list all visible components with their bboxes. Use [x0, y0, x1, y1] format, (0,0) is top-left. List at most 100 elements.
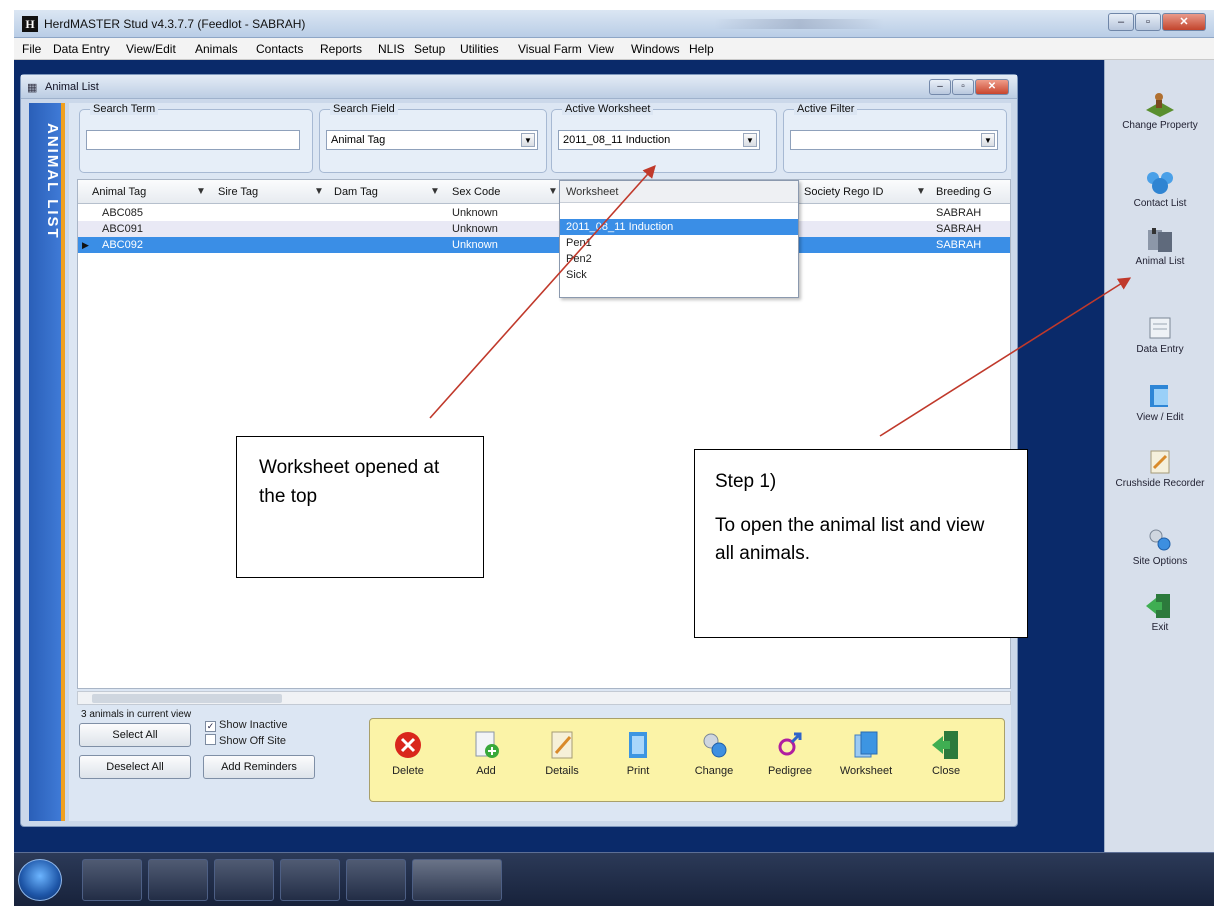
- app-title-bar: H HerdMASTER Stud v4.3.7.7 (Feedlot - SA…: [14, 10, 1214, 38]
- close-list-button[interactable]: Close: [914, 729, 978, 777]
- minimize-button[interactable]: –: [1108, 13, 1134, 31]
- dropdown-option[interactable]: Sick: [560, 267, 798, 283]
- details-button[interactable]: Details: [530, 729, 594, 777]
- show-off-site-checkbox[interactable]: Show Off Site: [205, 734, 286, 747]
- data-entry-button[interactable]: Data Entry: [1105, 314, 1214, 355]
- add-label: Add: [476, 765, 496, 777]
- scrollbar-thumb[interactable]: [92, 694, 282, 703]
- exit-icon: [1146, 594, 1170, 618]
- print-icon: [629, 732, 647, 758]
- column-sex-code[interactable]: Sex Code: [452, 186, 500, 198]
- change-icon: [703, 733, 727, 758]
- taskbar-skype[interactable]: [280, 859, 340, 901]
- menu-help[interactable]: Help: [689, 42, 714, 56]
- filter-icon[interactable]: ▼: [314, 186, 324, 197]
- menu-view[interactable]: View: [588, 42, 614, 56]
- dropdown-option[interactable]: Pen1: [560, 235, 798, 251]
- dropdown-option[interactable]: [560, 203, 798, 219]
- table-row-selected[interactable]: ABC092 Unknown SABRAH: [78, 237, 1010, 253]
- start-button[interactable]: [18, 859, 62, 901]
- table-row[interactable]: ABC085 Unknown SABRAH: [78, 205, 1010, 221]
- menu-visual-farm[interactable]: Visual Farm: [518, 42, 582, 56]
- horizontal-scrollbar[interactable]: [77, 691, 1011, 705]
- menu-utilities[interactable]: Utilities: [460, 42, 499, 56]
- animal-list-button[interactable]: Animal List: [1105, 226, 1214, 267]
- checkbox-box[interactable]: [205, 734, 216, 745]
- chevron-down-icon[interactable]: ▼: [743, 133, 757, 147]
- change-property-button[interactable]: Change Property: [1105, 90, 1214, 131]
- delete-label: Delete: [392, 765, 424, 777]
- filter-icon[interactable]: ▼: [430, 186, 440, 197]
- menu-nlis[interactable]: NLIS: [378, 42, 405, 56]
- chevron-down-icon[interactable]: ▼: [981, 133, 995, 147]
- pedigree-label: Pedigree: [767, 765, 813, 777]
- app-logo: H: [22, 16, 38, 32]
- menu-animals[interactable]: Animals: [195, 42, 238, 56]
- print-button[interactable]: Print: [606, 729, 670, 777]
- table-row[interactable]: ABC091 Unknown SABRAH: [78, 221, 1010, 237]
- column-sire-tag[interactable]: Sire Tag: [218, 186, 258, 198]
- select-all-button[interactable]: Select All: [79, 723, 191, 747]
- search-term-input[interactable]: [86, 130, 300, 150]
- change-button[interactable]: Change: [682, 729, 746, 777]
- taskbar-file-explorer[interactable]: [148, 859, 208, 901]
- column-society-rego-id[interactable]: Society Rego ID: [804, 186, 883, 198]
- site-options-button[interactable]: Site Options: [1105, 526, 1214, 567]
- menu-file[interactable]: File: [22, 42, 41, 56]
- cell-breeding-group: SABRAH: [936, 223, 982, 235]
- menu-contacts[interactable]: Contacts: [256, 42, 303, 56]
- menu-windows[interactable]: Windows: [631, 42, 680, 56]
- cell-animal-tag: ABC092: [102, 239, 143, 251]
- annotation-callout-left: Worksheet opened at the top: [236, 436, 484, 578]
- pedigree-button[interactable]: Pedigree: [758, 729, 822, 777]
- filter-icon[interactable]: ▼: [916, 186, 926, 197]
- menu-data-entry[interactable]: Data Entry: [53, 42, 110, 56]
- view-edit-button[interactable]: View / Edit: [1105, 382, 1214, 423]
- active-filter-select[interactable]: ▼: [790, 130, 998, 150]
- active-worksheet-select[interactable]: 2011_08_11 Induction ▼: [558, 130, 760, 150]
- change-property-icon: [1146, 93, 1174, 117]
- deselect-all-button[interactable]: Deselect All: [79, 755, 191, 779]
- dropdown-option-selected[interactable]: 2011_08_11 Induction: [560, 219, 798, 235]
- annotation-left-text: Worksheet opened at the top: [259, 457, 440, 507]
- active-filter-label: Active Filter: [794, 103, 858, 115]
- exit-button[interactable]: Exit: [1105, 592, 1214, 633]
- add-button[interactable]: Add: [454, 729, 518, 777]
- column-animal-tag[interactable]: Animal Tag: [92, 186, 146, 198]
- close-button[interactable]: ✕: [1162, 13, 1206, 31]
- taskbar-herdmaster[interactable]: [412, 859, 502, 901]
- crushside-recorder-button[interactable]: Crushside Recorder: [1105, 448, 1214, 489]
- menu-setup[interactable]: Setup: [414, 42, 445, 56]
- row-pointer-icon: ▶: [82, 240, 89, 250]
- animal-count-label: 3 animals in current view: [81, 709, 192, 720]
- child-close-button[interactable]: ✕: [975, 79, 1009, 95]
- search-field-select[interactable]: Animal Tag ▼: [326, 130, 538, 150]
- view-edit-label: View / Edit: [1136, 412, 1184, 423]
- maximize-button[interactable]: ▫: [1135, 13, 1161, 31]
- column-breeding-group[interactable]: Breeding G: [936, 186, 992, 198]
- delete-button[interactable]: Delete: [376, 729, 440, 777]
- worksheet-button[interactable]: Worksheet: [834, 729, 898, 777]
- menu-view-edit[interactable]: View/Edit: [126, 42, 176, 56]
- child-minimize-button[interactable]: –: [929, 79, 951, 95]
- show-inactive-label: Show Inactive: [219, 719, 288, 731]
- column-dam-tag[interactable]: Dam Tag: [334, 186, 378, 198]
- child-restore-button[interactable]: ▫: [952, 79, 974, 95]
- contact-list-button[interactable]: Contact List: [1105, 168, 1214, 209]
- taskbar-outlook[interactable]: [214, 859, 274, 901]
- taskbar-internet-explorer[interactable]: [82, 859, 142, 901]
- show-inactive-checkbox[interactable]: ✓ Show Inactive: [205, 719, 287, 732]
- add-reminders-button[interactable]: Add Reminders: [203, 755, 315, 779]
- checkbox-box[interactable]: ✓: [205, 721, 216, 732]
- filter-icon[interactable]: ▼: [548, 186, 558, 197]
- active-worksheet-label: Active Worksheet: [562, 103, 654, 115]
- child-title-bar: ▦ Animal List – ▫ ✕: [21, 75, 1017, 99]
- taskbar-word[interactable]: [346, 859, 406, 901]
- chevron-down-icon[interactable]: ▼: [521, 133, 535, 147]
- menu-reports[interactable]: Reports: [320, 42, 362, 56]
- side-tab-label: ANIMAL LIST: [44, 123, 61, 240]
- close-list-label: Close: [931, 765, 961, 777]
- window-controls: – ▫ ✕: [1107, 13, 1206, 31]
- filter-icon[interactable]: ▼: [196, 186, 206, 197]
- dropdown-option[interactable]: Pen2: [560, 251, 798, 267]
